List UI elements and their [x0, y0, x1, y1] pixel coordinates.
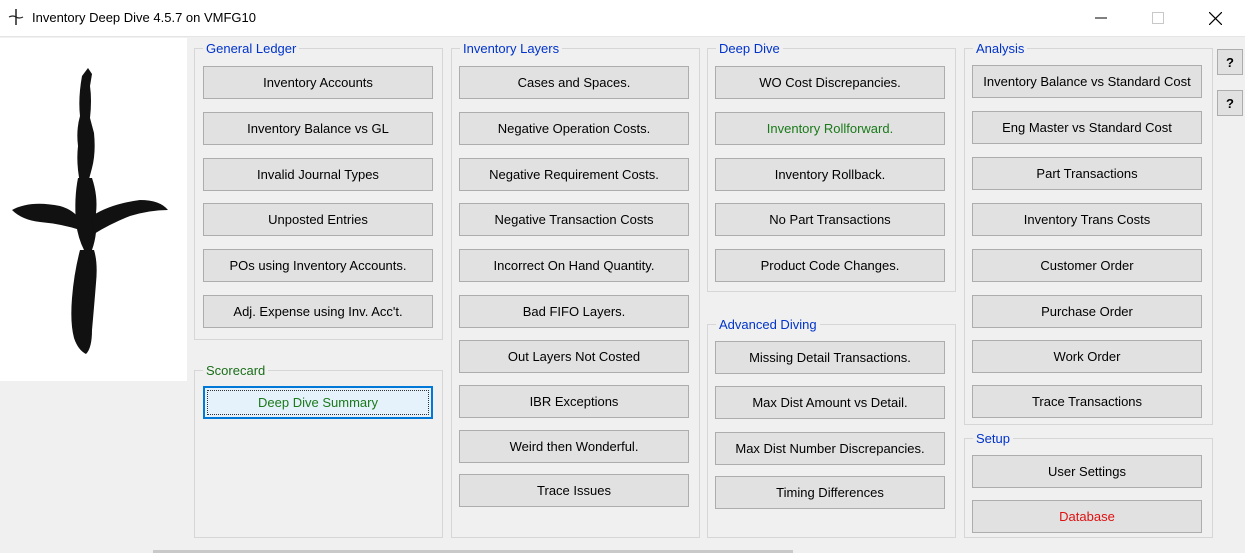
group-inventory-layers: Inventory Layers Cases and Spaces. Negat…: [451, 41, 700, 538]
negative-transaction-costs-button[interactable]: Negative Transaction Costs: [459, 203, 689, 236]
minimize-button[interactable]: [1071, 0, 1131, 36]
window-title: Inventory Deep Dive 4.5.7 on VMFG10: [32, 10, 257, 25]
inventory-rollback-button[interactable]: Inventory Rollback.: [715, 158, 945, 191]
inventory-accounts-button[interactable]: Inventory Accounts: [203, 66, 433, 99]
group-label-analysis: Analysis: [973, 41, 1028, 56]
group-advanced-diving: Advanced Diving Missing Detail Transacti…: [707, 317, 956, 538]
group-setup: Setup User Settings Database: [964, 431, 1213, 538]
database-button[interactable]: Database: [972, 500, 1202, 533]
weird-then-wonderful-button[interactable]: Weird then Wonderful.: [459, 430, 689, 463]
out-layers-not-costed-button[interactable]: Out Layers Not Costed: [459, 340, 689, 373]
part-transactions-button[interactable]: Part Transactions: [972, 157, 1202, 190]
deep-dive-summary-button[interactable]: Deep Dive Summary: [203, 386, 433, 419]
help-button-2[interactable]: ?: [1217, 90, 1243, 116]
wo-cost-discrepancies-button[interactable]: WO Cost Discrepancies.: [715, 66, 945, 99]
unposted-entries-button[interactable]: Unposted Entries: [203, 203, 433, 236]
title-bar: Inventory Deep Dive 4.5.7 on VMFG10: [0, 0, 1245, 37]
customer-order-button[interactable]: Customer Order: [972, 249, 1202, 282]
group-label-setup: Setup: [973, 431, 1013, 446]
diver-app-icon: [8, 9, 24, 25]
ibr-exceptions-button[interactable]: IBR Exceptions: [459, 385, 689, 418]
close-button[interactable]: [1185, 0, 1245, 36]
inventory-rollforward-button[interactable]: Inventory Rollforward.: [715, 112, 945, 145]
purchase-order-button[interactable]: Purchase Order: [972, 295, 1202, 328]
group-deep-dive: Deep Dive WO Cost Discrepancies. Invento…: [707, 41, 956, 292]
timing-differences-button[interactable]: Timing Differences: [715, 476, 945, 509]
help-button-1[interactable]: ?: [1217, 49, 1243, 75]
invalid-journal-types-button[interactable]: Invalid Journal Types: [203, 158, 433, 191]
bad-fifo-layers-button[interactable]: Bad FIFO Layers.: [459, 295, 689, 328]
maximize-button: [1128, 0, 1188, 36]
product-code-changes-button[interactable]: Product Code Changes.: [715, 249, 945, 282]
inventory-trans-costs-button[interactable]: Inventory Trans Costs: [972, 203, 1202, 236]
group-label-scorecard: Scorecard: [203, 363, 269, 378]
trace-issues-button[interactable]: Trace Issues: [459, 474, 689, 507]
group-analysis: Analysis Inventory Balance vs Standard C…: [964, 41, 1213, 425]
group-label-inventory-layers: Inventory Layers: [460, 41, 563, 56]
close-icon: [1209, 12, 1222, 25]
cases-and-spaces-button[interactable]: Cases and Spaces.: [459, 66, 689, 99]
inventory-balance-vs-standard-cost-button[interactable]: Inventory Balance vs Standard Cost: [972, 65, 1202, 98]
group-scorecard: Scorecard Deep Dive Summary: [194, 363, 443, 538]
no-part-transactions-button[interactable]: No Part Transactions: [715, 203, 945, 236]
missing-detail-transactions-button[interactable]: Missing Detail Transactions.: [715, 341, 945, 374]
max-dist-amount-vs-detail-button[interactable]: Max Dist Amount vs Detail.: [715, 386, 945, 419]
pos-using-inventory-accounts-button[interactable]: POs using Inventory Accounts.: [203, 249, 433, 282]
minimize-icon: [1095, 17, 1107, 19]
group-label-deep-dive: Deep Dive: [716, 41, 783, 56]
trace-transactions-button[interactable]: Trace Transactions: [972, 385, 1202, 418]
negative-requirement-costs-button[interactable]: Negative Requirement Costs.: [459, 158, 689, 191]
group-label-advanced-diving: Advanced Diving: [716, 317, 820, 332]
inventory-balance-vs-gl-button[interactable]: Inventory Balance vs GL: [203, 112, 433, 145]
negative-operation-costs-button[interactable]: Negative Operation Costs.: [459, 112, 689, 145]
maximize-icon: [1152, 12, 1164, 24]
user-settings-button[interactable]: User Settings: [972, 455, 1202, 488]
group-label-general-ledger: General Ledger: [203, 41, 300, 56]
work-order-button[interactable]: Work Order: [972, 340, 1202, 373]
incorrect-on-hand-quantity-button[interactable]: Incorrect On Hand Quantity.: [459, 249, 689, 282]
adj-expense-using-inv-acct-button[interactable]: Adj. Expense using Inv. Acc't.: [203, 295, 433, 328]
diver-logo-icon: [12, 68, 168, 354]
max-dist-number-discrepancies-button[interactable]: Max Dist Number Discrepancies.: [715, 432, 945, 465]
eng-master-vs-standard-cost-button[interactable]: Eng Master vs Standard Cost: [972, 111, 1202, 144]
group-general-ledger: General Ledger Inventory Accounts Invent…: [194, 41, 443, 340]
logo-panel: [0, 38, 187, 381]
